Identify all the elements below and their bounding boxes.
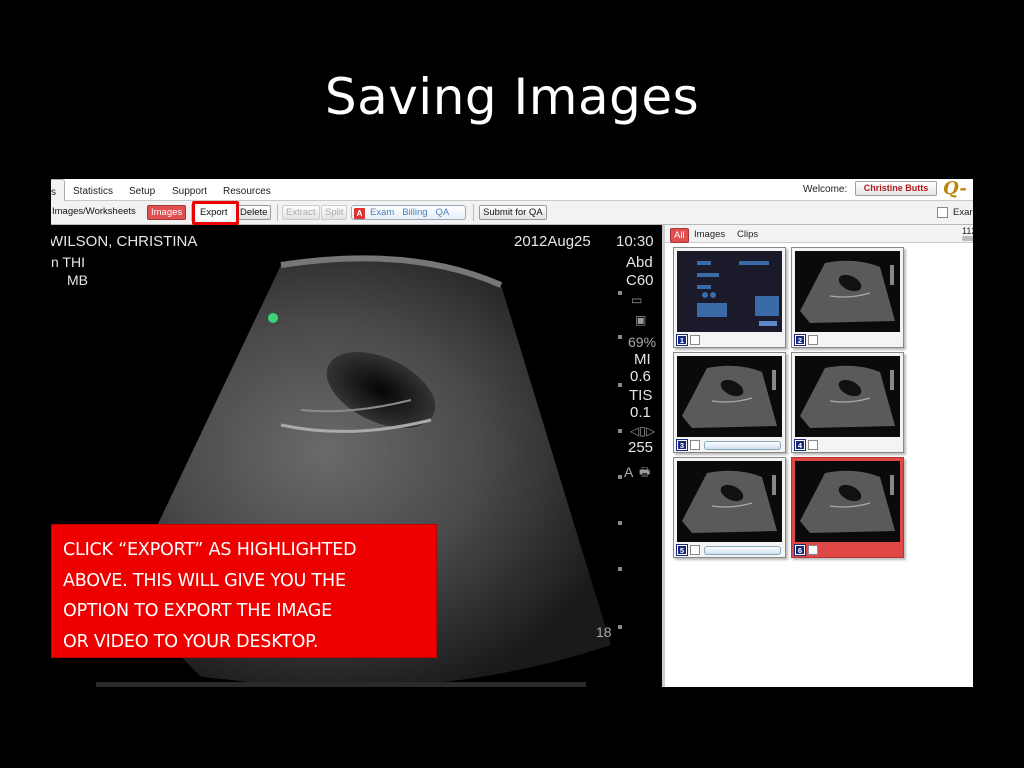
gain-value: 69% (628, 334, 657, 350)
cine-icon: ◁▯▷ (630, 424, 656, 438)
imaging-submode: MB (67, 272, 88, 288)
welcome-label: Welcome: (803, 184, 848, 195)
counter-slider[interactable] (962, 236, 973, 241)
depth-tick (618, 567, 622, 571)
thumbnail-number: 2 (794, 334, 806, 346)
extract-button[interactable]: Extract (282, 205, 320, 220)
tab-clips[interactable]: Clips (737, 228, 758, 241)
menu-bar: s Statistics Setup Support Resources Wel… (51, 179, 973, 220)
image-preview (795, 356, 900, 437)
thumbnail-number: 1 (676, 334, 688, 346)
thumbnail-number: 6 (794, 544, 806, 556)
depth-tick (618, 625, 622, 629)
toolbar-separator (473, 204, 474, 221)
toolbar: Images/Worksheets Images Export Delete E… (51, 201, 973, 225)
thumbnail[interactable]: 1 (673, 247, 786, 348)
menu-tab-resources[interactable]: Resources (223, 179, 271, 201)
depth-value: 18 (596, 624, 612, 640)
exam-date: 2012Aug25 (514, 233, 591, 250)
mi-value: 0.6 (630, 368, 651, 385)
depth-tick (618, 429, 622, 433)
export-button[interactable]: Export (196, 205, 232, 220)
thumbnail[interactable]: 6 (791, 457, 904, 558)
mi-label: MI (634, 351, 651, 368)
instruction-callout: CLICK “EXPORT” AS HIGHLIGHTED ABOVE. THI… (51, 524, 437, 658)
toolbar-separator (191, 204, 192, 221)
panel-tabs: All Images Clips 112 (665, 225, 973, 243)
exam-link[interactable]: Exam (370, 207, 394, 218)
battery-icon: ▭ (631, 293, 643, 307)
menu-tab-setup[interactable]: Setup (129, 179, 155, 201)
exam-time: 10:30 (616, 233, 654, 250)
save-icon: ▣ (635, 313, 647, 327)
depth-tick (618, 335, 622, 339)
menu-tab-active[interactable]: s (51, 179, 65, 202)
menu-tab-support[interactable]: Support (172, 179, 207, 201)
pdf-icon[interactable]: A (354, 208, 365, 219)
image-preview (677, 461, 782, 542)
thumbnail-number: 5 (676, 544, 688, 556)
thumbnail-checkbox[interactable] (690, 335, 700, 345)
thumbnail-number: 3 (676, 439, 688, 451)
dynamic-range-value: 255 (628, 439, 654, 456)
depth-tick (618, 291, 622, 295)
clip-progress-bar[interactable] (704, 441, 781, 450)
billing-link[interactable]: Billing (402, 207, 427, 218)
user-name-button[interactable]: Christine Butts (855, 181, 937, 196)
thumbnail[interactable]: 2 (791, 247, 904, 348)
image-preview (795, 251, 900, 332)
imaging-mode: n THI (51, 254, 85, 270)
printer-icon: 🖶 (639, 465, 651, 479)
thumbnail-checkbox[interactable] (808, 545, 818, 555)
tis-value: 0.1 (630, 404, 651, 421)
qa-link[interactable]: QA (436, 207, 450, 218)
images-button[interactable]: Images (147, 205, 187, 220)
callout-line: OR VIDEO TO YOUR DESKTOP. (63, 631, 319, 652)
tab-images[interactable]: Images (694, 228, 725, 241)
exam-checkbox-label: Exar (953, 207, 973, 218)
focus-marker (268, 313, 278, 323)
tis-label: TIS (629, 387, 653, 404)
thumbnail-checkbox[interactable] (808, 440, 818, 450)
worksheet-preview (677, 251, 782, 332)
patient-name: WILSON, CHRISTINA (51, 233, 198, 250)
slide-title: Saving Images (324, 68, 700, 126)
clip-progress-bar[interactable] (704, 546, 781, 555)
submit-for-qa-button[interactable]: Submit for QA (479, 205, 547, 220)
depth-tick (618, 383, 622, 387)
thumbnail-number: 4 (794, 439, 806, 451)
callout-line: CLICK “EXPORT” AS HIGHLIGHTED (63, 540, 357, 560)
thumbnail[interactable]: 5 (673, 457, 786, 558)
preset-label: Abd (626, 254, 653, 271)
thumbnail[interactable]: 4 (791, 352, 904, 453)
slide: Saving Images s Statistics Setup Support… (0, 0, 1024, 768)
image-preview (795, 461, 900, 542)
menu-tab-statistics[interactable]: Statistics (73, 179, 113, 201)
depth-tick (618, 475, 622, 479)
tab-all[interactable]: All (670, 228, 689, 243)
thumbnail-checkbox[interactable] (690, 440, 700, 450)
depth-tick (618, 521, 622, 525)
split-button[interactable]: Split (321, 205, 348, 220)
exam-checkbox[interactable] (937, 207, 948, 218)
image-preview (677, 356, 782, 437)
thumbnail-checkbox[interactable] (808, 335, 818, 345)
report-group: A Exam Billing QA (351, 205, 466, 220)
thumbnail-checkbox[interactable] (690, 545, 700, 555)
delete-button[interactable]: Delete (236, 205, 272, 220)
thumbnail[interactable]: 3 (673, 352, 786, 453)
thumbnail-panel: All Images Clips 112 1 2 3 4 5 6 (665, 225, 973, 687)
callout-line: OPTION TO EXPORT THE IMAGE (63, 601, 332, 621)
probe-label: C60 (626, 272, 654, 289)
callout-line: ABOVE. THIS WILL GIVE YOU THE (63, 570, 346, 591)
images-worksheets-label[interactable]: Images/Worksheets (52, 205, 136, 220)
image-counter: 112 (962, 226, 973, 236)
a-label: A (624, 464, 634, 480)
toolbar-separator (277, 204, 278, 221)
